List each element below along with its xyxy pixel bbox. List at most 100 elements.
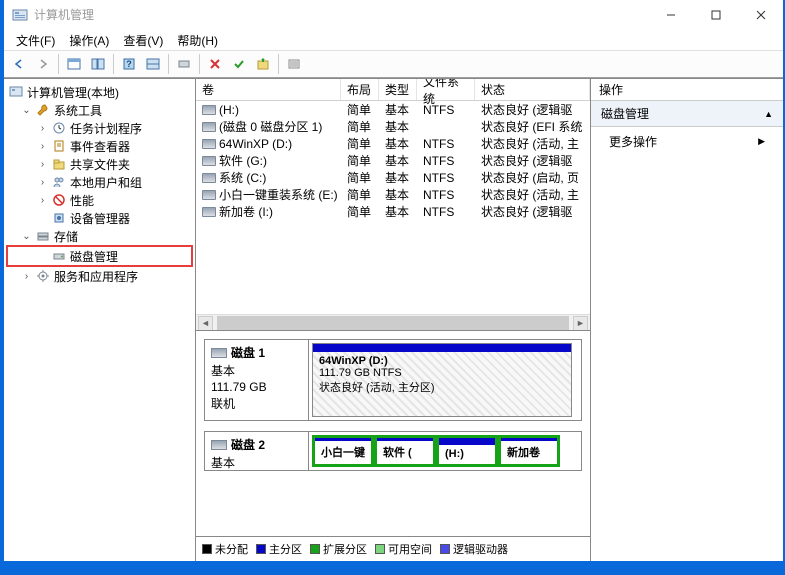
tree-item[interactable]: ⌄存储 — [6, 227, 193, 245]
maximize-button[interactable] — [693, 0, 738, 30]
tree-twisty[interactable]: › — [37, 177, 48, 188]
legend-label: 扩展分区 — [323, 541, 367, 557]
menu-help[interactable]: 帮助(H) — [171, 30, 224, 51]
disk-pane: 磁盘 1基本111.79 GB联机64WinXP (D:)111.79 GB N… — [196, 331, 590, 536]
volume-row[interactable]: 新加卷 (I:)简单基本NTFS状态良好 (逻辑驱 — [196, 203, 590, 220]
view2-button[interactable] — [87, 53, 109, 75]
list-button[interactable] — [283, 53, 305, 75]
tree-root-label: 计算机管理(本地) — [27, 84, 119, 101]
disk-partition[interactable]: 64WinXP (D:)111.79 GB NTFS状态良好 (活动, 主分区) — [312, 343, 572, 417]
check-button[interactable] — [228, 53, 250, 75]
tree-item[interactable]: ›本地用户和组 — [6, 173, 193, 191]
legend-label: 主分区 — [269, 541, 302, 557]
back-button[interactable] — [8, 53, 30, 75]
tree-twisty[interactable]: › — [21, 271, 32, 282]
tree-item[interactable]: 磁盘管理 — [6, 245, 193, 267]
tree-item[interactable]: › 服务和应用程序 — [6, 267, 193, 285]
close-button[interactable] — [738, 0, 783, 30]
volume-type: 基本 — [379, 135, 417, 152]
forward-button[interactable] — [32, 53, 54, 75]
actions-section-label: 磁盘管理 — [601, 105, 649, 122]
scroll-right-icon[interactable]: ► — [573, 316, 588, 331]
share-icon — [51, 156, 67, 172]
volume-row[interactable]: 小白一键重装系统 (E:)简单基本NTFS状态良好 (活动, 主 — [196, 186, 590, 203]
tree-root[interactable]: 计算机管理(本地) — [6, 83, 193, 101]
minimize-button[interactable] — [648, 0, 693, 30]
tree-item[interactable]: › 任务计划程序 — [6, 119, 193, 137]
legend-swatch — [310, 544, 320, 554]
folder-button[interactable] — [252, 53, 274, 75]
tree-item[interactable]: ›性能 — [6, 191, 193, 209]
actions-more[interactable]: 更多操作 ▶ — [591, 127, 783, 156]
volume-fs: NTFS — [417, 188, 475, 202]
volume-layout: 简单 — [341, 169, 379, 186]
tree-twisty[interactable]: › — [37, 141, 48, 152]
volume-status: 状态良好 (EFI 系统 — [475, 118, 590, 135]
disk-partition[interactable]: (H:) — [436, 435, 498, 467]
disk-partition[interactable]: 小白一键 — [312, 435, 374, 467]
scroll-left-icon[interactable]: ◄ — [198, 316, 213, 331]
legend-swatch — [440, 544, 450, 554]
volume-row[interactable]: 软件 (G:)简单基本NTFS状态良好 (逻辑驱 — [196, 152, 590, 169]
volume-row[interactable]: (H:)简单基本NTFS状态良好 (逻辑驱 — [196, 101, 590, 118]
volume-type: 基本 — [379, 152, 417, 169]
col-status[interactable]: 状态 — [475, 79, 590, 100]
tree-twisty[interactable]: ⌄ — [21, 231, 32, 242]
legend-item: 可用空间 — [375, 541, 432, 557]
volume-layout: 简单 — [341, 203, 379, 220]
tree-item-label: 任务计划程序 — [70, 120, 142, 137]
volume-row[interactable]: 系统 (C:)简单基本NTFS状态良好 (启动, 页 — [196, 169, 590, 186]
legend-item: 扩展分区 — [310, 541, 367, 557]
col-type[interactable]: 类型 — [379, 79, 417, 100]
drive-icon — [202, 156, 216, 166]
col-fs[interactable]: 文件系统 — [417, 79, 475, 100]
menu-view[interactable]: 查看(V) — [117, 30, 169, 51]
help-button[interactable]: ? — [118, 53, 140, 75]
tree-twisty[interactable]: › — [37, 123, 48, 134]
users-icon — [51, 174, 67, 190]
volume-status: 状态良好 (启动, 页 — [475, 169, 590, 186]
disk-button[interactable] — [173, 53, 195, 75]
tree-item[interactable]: ›共享文件夹 — [6, 155, 193, 173]
scroll-thumb[interactable] — [217, 316, 569, 331]
content-body: 计算机管理(本地) ⌄系统工具 › 任务计划程序›事件查看器›共享文件夹›本地用户和… — [4, 78, 783, 561]
tree-item[interactable]: ›事件查看器 — [6, 137, 193, 155]
actions-header: 操作 — [591, 79, 783, 101]
tree-twisty[interactable]: › — [37, 195, 48, 206]
tree-item[interactable]: ⌄系统工具 — [6, 101, 193, 119]
menu-action[interactable]: 操作(A) — [63, 30, 115, 51]
partition-size: 111.79 GB NTFS — [319, 367, 565, 379]
volume-scrollbar[interactable]: ◄ ► — [196, 314, 590, 331]
tree-twisty[interactable]: ⌄ — [21, 105, 32, 116]
tree-item-label: 服务和应用程序 — [54, 268, 138, 285]
volume-layout: 简单 — [341, 101, 379, 118]
col-volume[interactable]: 卷 — [196, 79, 341, 100]
disk-partition[interactable]: 新加卷 — [498, 435, 560, 467]
volume-fs: NTFS — [417, 154, 475, 168]
actions-pane: 操作 磁盘管理 ▲ 更多操作 ▶ — [591, 79, 783, 561]
menu-file[interactable]: 文件(F) — [10, 30, 61, 51]
app-icon — [12, 7, 28, 23]
delete-button[interactable] — [204, 53, 226, 75]
collapse-icon: ▲ — [764, 109, 773, 119]
nav-tree[interactable]: 计算机管理(本地) ⌄系统工具 › 任务计划程序›事件查看器›共享文件夹›本地用户和… — [4, 79, 196, 561]
legend-swatch — [256, 544, 266, 554]
volume-name: 小白一键重装系统 (E:) — [219, 186, 338, 203]
volume-row[interactable]: 64WinXP (D:)简单基本NTFS状态良好 (活动, 主 — [196, 135, 590, 152]
volume-type: 基本 — [379, 118, 417, 135]
actions-section[interactable]: 磁盘管理 ▲ — [591, 101, 783, 127]
tree-item[interactable]: 设备管理器 — [6, 209, 193, 227]
disk-partition[interactable]: 软件 ( — [374, 435, 436, 467]
volume-type: 基本 — [379, 169, 417, 186]
drive-icon — [202, 139, 216, 149]
volume-layout: 简单 — [341, 186, 379, 203]
view3-button[interactable] — [142, 53, 164, 75]
legend-label: 逻辑驱动器 — [453, 541, 508, 557]
legend-label: 可用空间 — [388, 541, 432, 557]
chevron-right-icon: ▶ — [758, 136, 765, 147]
tree-twisty[interactable]: › — [37, 159, 48, 170]
titlebar: 计算机管理 — [4, 0, 783, 30]
col-layout[interactable]: 布局 — [341, 79, 379, 100]
volume-row[interactable]: (磁盘 0 磁盘分区 1)简单基本状态良好 (EFI 系统 — [196, 118, 590, 135]
view1-button[interactable] — [63, 53, 85, 75]
